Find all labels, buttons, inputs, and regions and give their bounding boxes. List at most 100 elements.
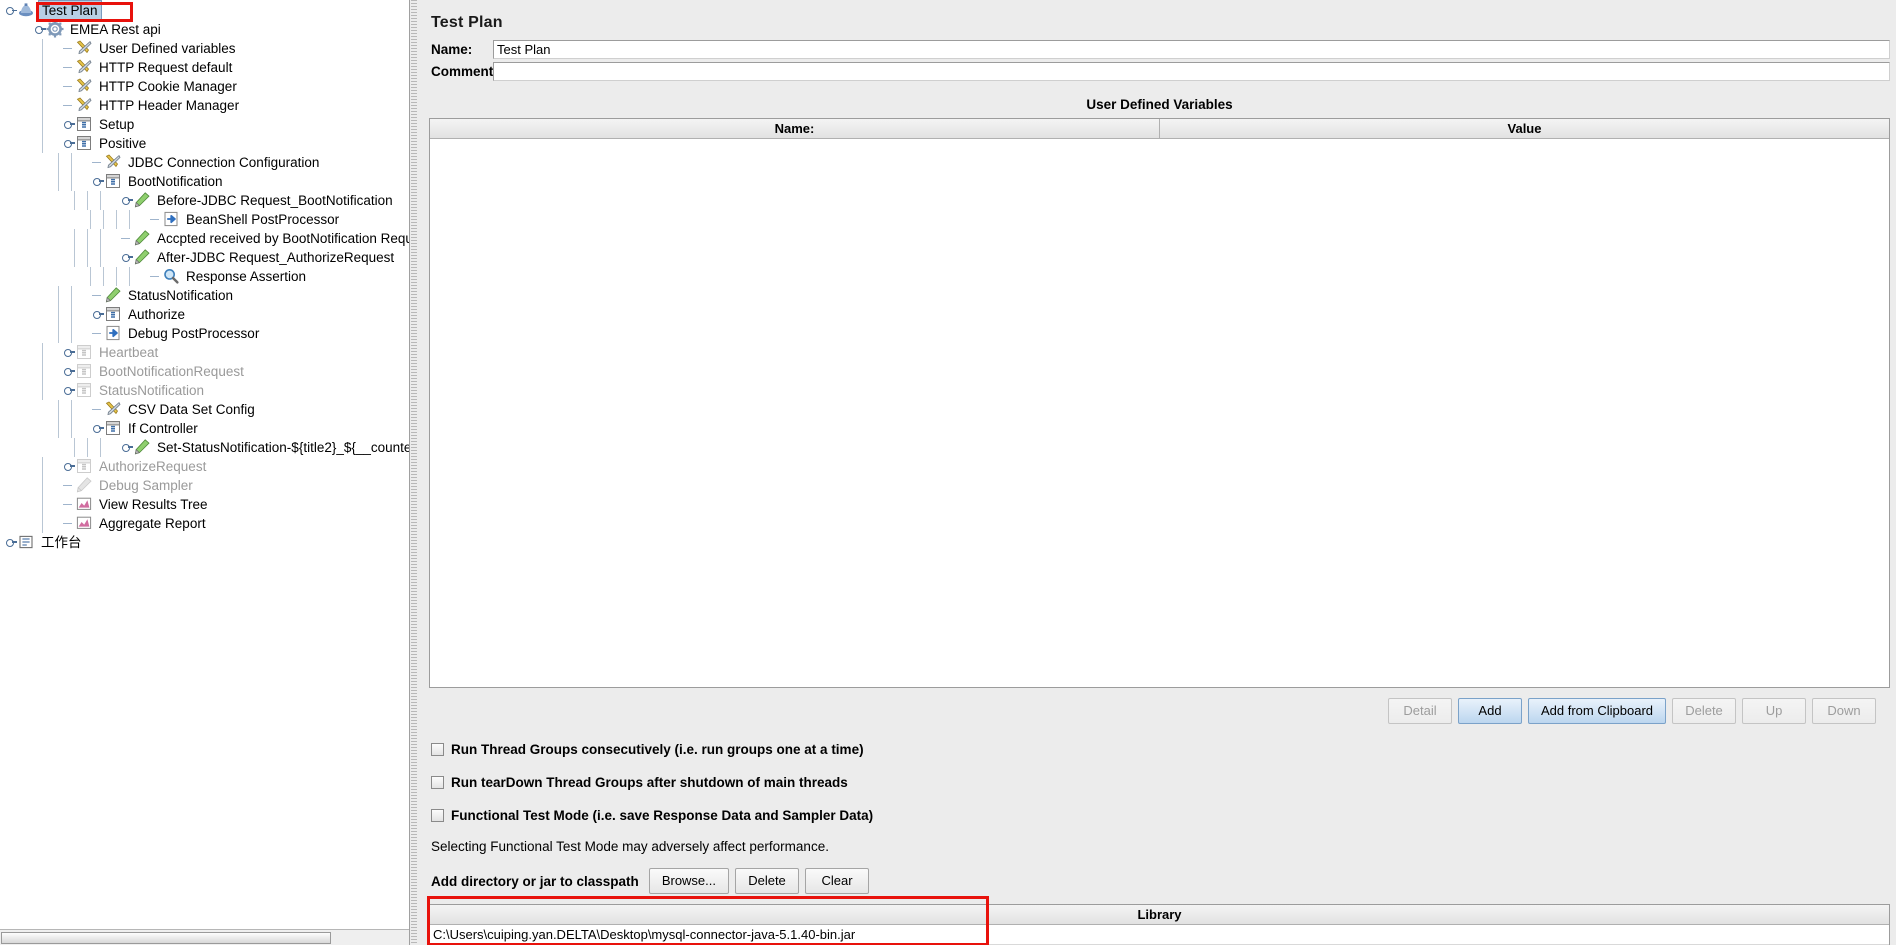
tree-node-connector [91, 286, 104, 305]
sampler-icon [133, 229, 152, 248]
browse-button[interactable]: Browse... [648, 868, 729, 894]
run-teardown-thread-groups-row[interactable]: Run tearDown Thread Groups after shutdow… [431, 775, 1896, 790]
tree-node-emea-rest-api[interactable]: EMEA Rest api [0, 19, 409, 39]
run-thread-groups-consecutively-row[interactable]: Run Thread Groups consecutively (i.e. ru… [431, 742, 1896, 757]
detail-button[interactable]: Detail [1388, 698, 1452, 724]
tree-guide-line [107, 248, 120, 267]
tree-guide-line [52, 285, 65, 305]
column-header-value[interactable]: Value [1160, 119, 1889, 138]
tree-expand-toggle-icon[interactable] [91, 172, 104, 191]
tree-node-beanshell-postprocessor[interactable]: BeanShell PostProcessor [0, 209, 409, 229]
tree-node-authorizerequest[interactable]: AuthorizeRequest [0, 456, 409, 476]
tree-node-http-cookie-manager[interactable]: HTTP Cookie Manager [0, 76, 409, 96]
tree-node-label: HTTP Cookie Manager [99, 78, 237, 94]
column-header-name[interactable]: Name: [430, 119, 1160, 138]
test-plan-tree-panel[interactable]: Test Plan EMEA Rest api User Defined varia… [0, 0, 410, 945]
tree-node-heartbeat[interactable]: Heartbeat [0, 342, 409, 362]
up-button[interactable]: Up [1742, 698, 1806, 724]
tree-guide-line [20, 20, 33, 39]
tree-node-positive[interactable]: Positive [0, 133, 409, 153]
config-element-icon [75, 58, 94, 77]
comments-input[interactable] [493, 62, 1890, 81]
tree-node-bootnotification[interactable]: BootNotification [0, 171, 409, 191]
tree-guide-line [36, 38, 49, 58]
functional-test-mode-checkbox[interactable] [431, 809, 444, 822]
variable-actions-toolbar: Detail Add Add from Clipboard Delete Up … [429, 698, 1876, 724]
tree-guide-line [65, 304, 78, 324]
tree-node-after-jdbc-request-authorizerequest[interactable]: After-JDBC Request_AuthorizeRequest [0, 247, 409, 267]
classpath-delete-button[interactable]: Delete [735, 868, 799, 894]
tree-node-accpted-received-by-bootnotification-request-with-al[interactable]: Accpted received by BootNotification Req… [0, 228, 409, 248]
page-title: Test Plan [431, 14, 503, 31]
controller-icon [104, 305, 123, 324]
tree-expand-toggle-icon[interactable] [91, 305, 104, 324]
tree-expand-toggle-icon[interactable] [120, 248, 133, 267]
tree-expand-toggle-icon[interactable] [62, 115, 75, 134]
tree-expand-toggle-icon[interactable] [62, 343, 75, 362]
tree-guide-line [36, 95, 49, 115]
workbench-icon [17, 533, 36, 552]
tree-node-if-controller[interactable]: If Controller [0, 418, 409, 438]
tree-node-debug-postprocessor[interactable]: Debug PostProcessor [0, 323, 409, 343]
tree-node-csv-data-set-config[interactable]: CSV Data Set Config [0, 399, 409, 419]
add-from-clipboard-button[interactable]: Add from Clipboard [1528, 698, 1666, 724]
tree-guide-line [78, 286, 91, 305]
tree-node-connector [62, 495, 75, 514]
tree-node-setup[interactable]: Setup [0, 114, 409, 134]
tree-node-test-plan[interactable]: Test Plan [0, 0, 409, 21]
config-element-icon [104, 153, 123, 172]
tree-expand-toggle-icon[interactable] [62, 362, 75, 381]
tree-horizontal-scrollbar[interactable] [0, 929, 409, 945]
name-input[interactable]: Test Plan [493, 40, 1890, 59]
tree-node-jdbc-connection-configuration[interactable]: JDBC Connection Configuration [0, 152, 409, 172]
classpath-clear-button[interactable]: Clear [805, 868, 869, 894]
tree-node-statusnotification[interactable]: StatusNotification [0, 285, 409, 305]
tree-node-label: StatusNotification [99, 382, 205, 398]
add-button[interactable]: Add [1458, 698, 1522, 724]
tree-node-http-header-manager[interactable]: HTTP Header Manager [0, 95, 409, 115]
tree-expand-toggle-icon[interactable] [62, 134, 75, 153]
tree-node-authorize[interactable]: Authorize [0, 304, 409, 324]
run-teardown-thread-groups-checkbox[interactable] [431, 776, 444, 789]
tree-expand-toggle-icon[interactable] [120, 438, 133, 457]
tree-guide-line [52, 399, 65, 419]
tree-guide-line [107, 191, 120, 210]
table-body[interactable] [430, 140, 1889, 687]
tree-expand-toggle-icon[interactable] [62, 457, 75, 476]
tree-guide-line [68, 190, 81, 210]
user-defined-variables-table[interactable]: Name: Value [429, 118, 1890, 688]
tree-expand-toggle-icon[interactable] [33, 20, 46, 39]
library-table-row[interactable]: C:\Users\cuiping.yan.DELTA\Desktop\mysql… [430, 925, 1889, 945]
tree-node-set-statusnotification-title2-counter[interactable]: Set-StatusNotification-${title2}_${__cou… [0, 437, 409, 457]
tree-expand-toggle-icon[interactable] [62, 381, 75, 400]
tree-expand-toggle-icon[interactable] [4, 1, 17, 20]
tree-node-http-request-default[interactable]: HTTP Request default [0, 57, 409, 77]
tree-node-user-defined-variables[interactable]: User Defined variables [0, 38, 409, 58]
column-header-library[interactable]: Library [430, 905, 1889, 924]
tree-node-[interactable]: 工作台 [0, 532, 409, 552]
scrollbar-thumb[interactable] [1, 932, 331, 944]
split-divider[interactable] [411, 0, 417, 945]
jmeter-window: Test Plan EMEA Rest api User Defined varia… [0, 0, 1896, 945]
library-table-header: Library [430, 905, 1889, 925]
tree-node-label: User Defined variables [99, 40, 236, 56]
tree-scroll-area[interactable]: Test Plan EMEA Rest api User Defined varia… [0, 0, 409, 935]
functional-test-mode-row[interactable]: Functional Test Mode (i.e. save Response… [431, 808, 1896, 823]
tree-expand-toggle-icon[interactable] [91, 419, 104, 438]
tree-expand-toggle-icon[interactable] [4, 533, 17, 552]
library-table[interactable]: Library C:\Users\cuiping.yan.DELTA\Deskt… [429, 904, 1890, 945]
tree-node-before-jdbc-request-bootnotification[interactable]: Before-JDBC Request_BootNotification [0, 190, 409, 210]
delete-button[interactable]: Delete [1672, 698, 1736, 724]
tree-node-label: BootNotificationRequest [99, 363, 244, 379]
tree-node-connector [62, 58, 75, 77]
tree-node-view-results-tree[interactable]: View Results Tree [0, 494, 409, 514]
run-thread-groups-consecutively-checkbox[interactable] [431, 743, 444, 756]
tree-node-response-assertion[interactable]: Response Assertion [0, 266, 409, 286]
tree-node-aggregate-report[interactable]: Aggregate Report [0, 513, 409, 533]
tree-node-debug-sampler[interactable]: Debug Sampler [0, 475, 409, 495]
tree-node-statusnotification[interactable]: StatusNotification [0, 380, 409, 400]
tree-node-label: Authorize [128, 306, 186, 322]
down-button[interactable]: Down [1812, 698, 1876, 724]
tree-expand-toggle-icon[interactable] [120, 191, 133, 210]
tree-node-bootnotificationrequest[interactable]: BootNotificationRequest [0, 361, 409, 381]
